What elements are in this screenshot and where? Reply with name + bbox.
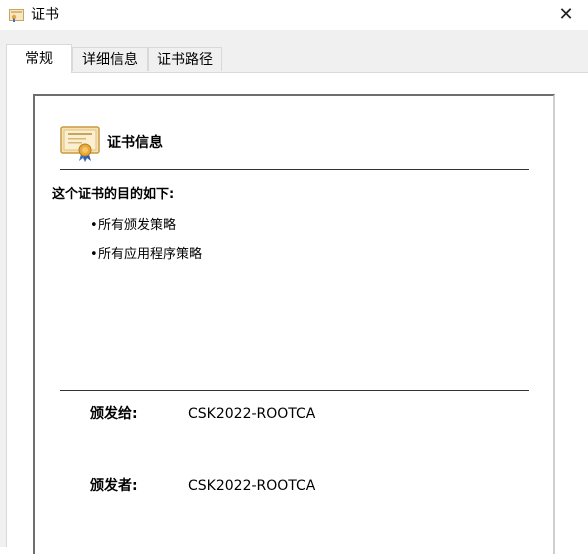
issued-by-value: CSK2022-ROOTCA — [188, 478, 316, 494]
purpose-list-item: •所有颁发策略 — [90, 217, 176, 235]
tab-label: 常规 — [25, 51, 53, 67]
tab-certification-path[interactable]: 证书路径 — [148, 47, 222, 71]
purpose-text: 所有颁发策略 — [98, 218, 177, 233]
window-title: 证书 — [31, 7, 59, 23]
divider — [60, 169, 529, 170]
bullet: • — [90, 218, 98, 233]
purpose-heading: 这个证书的目的如下: — [52, 187, 175, 202]
title-bar: 证书 ✕ — [0, 0, 588, 30]
purpose-text: 所有应用程序策略 — [98, 247, 203, 262]
bullet: • — [90, 247, 98, 262]
tab-details[interactable]: 详细信息 — [72, 47, 148, 71]
tab-label: 详细信息 — [82, 52, 138, 68]
issued-by-label: 颁发者: — [90, 478, 138, 494]
certificate-info-heading: 证书信息 — [107, 135, 163, 151]
tab-general[interactable]: 常规 — [6, 44, 72, 73]
divider — [60, 390, 529, 391]
certificate-icon — [60, 126, 100, 162]
issued-to-label: 颁发给: — [90, 406, 138, 422]
close-button[interactable]: ✕ — [544, 0, 588, 30]
tab-label: 证书路径 — [157, 52, 213, 68]
issued-to-value: CSK2022-ROOTCA — [188, 406, 316, 422]
purpose-list-item: •所有应用程序策略 — [90, 246, 202, 264]
close-icon: ✕ — [558, 4, 574, 25]
certificate-icon — [9, 9, 24, 22]
